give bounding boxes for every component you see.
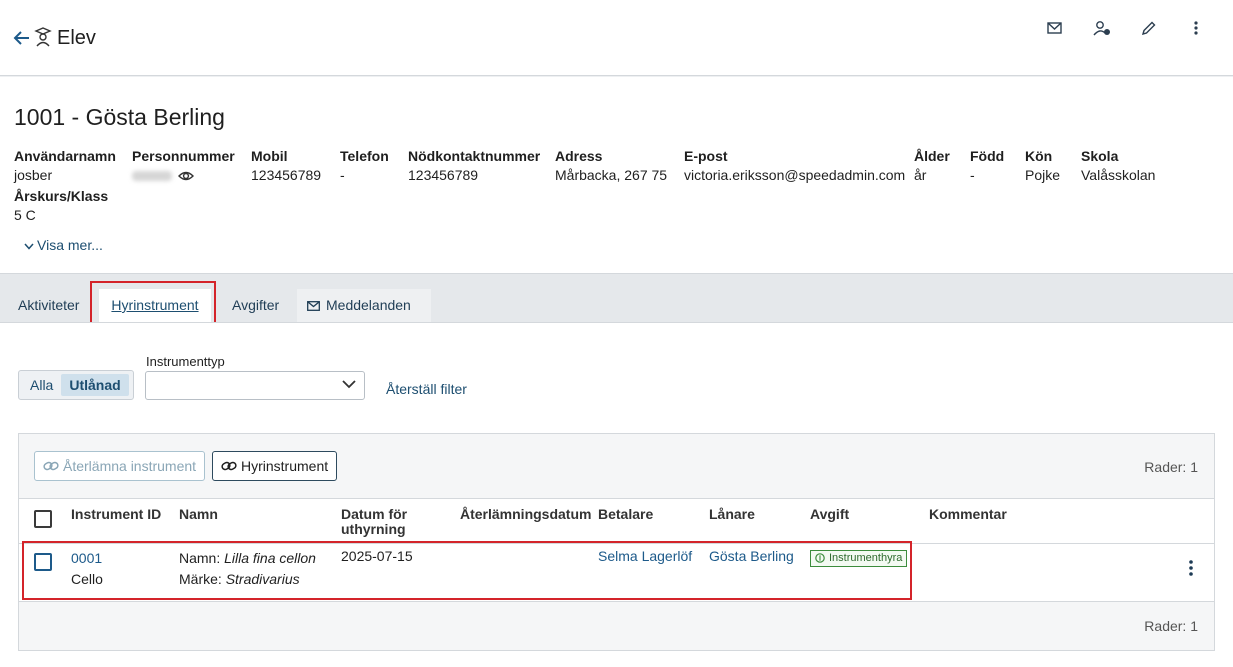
field-kon: Kön Pojke bbox=[1025, 148, 1061, 183]
instrument-brand: Märke: Stradivarius bbox=[179, 571, 300, 587]
payer-link[interactable]: Selma Lagerlöf bbox=[598, 546, 692, 567]
row-checkbox[interactable] bbox=[34, 553, 52, 571]
chevron-down-icon bbox=[24, 243, 34, 250]
user-gear-icon bbox=[1092, 21, 1110, 36]
instrument-table-panel: Återlämna instrument Hyrinstrument Rader… bbox=[18, 433, 1215, 651]
reset-filter-link[interactable]: Återställ filter bbox=[386, 381, 467, 397]
rows-count-top: Rader: 1 bbox=[1144, 459, 1198, 475]
field-username: Användarnamn josber bbox=[14, 148, 116, 183]
tab-aktiviteter[interactable]: Aktiviteter bbox=[8, 289, 89, 322]
rent-instrument-button[interactable]: Hyrinstrument bbox=[212, 451, 338, 481]
top-actions bbox=[1031, 18, 1219, 38]
instrument-type: Cello bbox=[71, 571, 103, 587]
row-menu-icon[interactable] bbox=[1186, 558, 1196, 578]
student-graduate-icon bbox=[34, 27, 52, 47]
link-icon bbox=[221, 461, 237, 471]
tab-bar: Aktiviteter Hyrinstrument Avgifter Medde… bbox=[0, 274, 1233, 322]
col-namn[interactable]: Namn bbox=[179, 507, 218, 522]
field-mobil: Mobil 123456789 bbox=[251, 148, 322, 183]
tab-avgifter[interactable]: Avgifter bbox=[222, 289, 289, 322]
send-email-button[interactable] bbox=[1031, 18, 1078, 38]
col-avgift[interactable]: Avgift bbox=[810, 507, 849, 522]
select-all-checkbox[interactable] bbox=[34, 510, 52, 528]
tab-meddelanden[interactable]: Meddelanden bbox=[297, 289, 431, 322]
col-datum[interactable]: Datum för uthyrning bbox=[341, 507, 407, 537]
status-toggle: Alla Utlånad bbox=[18, 370, 134, 400]
col-lanare[interactable]: Lånare bbox=[709, 507, 755, 522]
pencil-icon bbox=[1141, 21, 1156, 35]
instrument-type-label: Instrumenttyp bbox=[146, 354, 225, 369]
field-telefon: Telefon - bbox=[340, 148, 389, 183]
return-instrument-button[interactable]: Återlämna instrument bbox=[34, 451, 206, 481]
field-personnummer: Personnummer bbox=[132, 148, 235, 184]
tab-content: Alla Utlånad Instrumenttyp Återställ fil… bbox=[0, 322, 1233, 667]
field-fodd: Född - bbox=[970, 148, 1005, 183]
envelope-icon bbox=[1047, 22, 1062, 34]
rental-date: 2025-07-15 bbox=[341, 548, 413, 564]
eye-icon[interactable] bbox=[178, 169, 194, 183]
rows-count-bottom: Rader: 1 bbox=[1144, 618, 1198, 634]
col-aterlamningsdatum[interactable]: Återlämningsdatum bbox=[460, 507, 591, 522]
col-instrument-id[interactable]: Instrument ID bbox=[71, 507, 161, 522]
more-options-button[interactable] bbox=[1172, 18, 1219, 38]
student-name: 1001 - Gösta Berling bbox=[14, 104, 225, 130]
field-skola: Skola Valåsskolan bbox=[1081, 148, 1156, 183]
back-arrow-icon[interactable] bbox=[12, 28, 32, 48]
toggle-alla[interactable]: Alla bbox=[22, 374, 61, 396]
chevron-down-icon bbox=[342, 380, 356, 389]
instrument-id-link[interactable]: 0001 bbox=[71, 548, 102, 569]
table-row: 0001 Cello Namn: Lilla fina cellon Märke… bbox=[19, 544, 1214, 602]
student-profile: 1001 - Gösta Berling Användarnamn josber… bbox=[0, 77, 1233, 274]
fee-cell: Instrumenthyra bbox=[810, 548, 908, 569]
table-header: Instrument ID Namn Datum för uthyrning Åt… bbox=[19, 498, 1214, 544]
borrower-link[interactable]: Gösta Berling bbox=[709, 546, 794, 567]
show-more-link[interactable]: Visa mer... bbox=[24, 237, 103, 253]
col-kommentar[interactable]: Kommentar bbox=[929, 507, 1007, 522]
link-icon bbox=[43, 461, 59, 471]
instrument-type-select[interactable] bbox=[145, 371, 365, 400]
field-nodkontakt: Nödkontaktnummer 123456789 bbox=[408, 148, 541, 183]
edit-button[interactable] bbox=[1125, 18, 1172, 38]
field-alder: Ålder år bbox=[914, 148, 950, 183]
instrument-name: Namn: Lilla fina cellon bbox=[179, 550, 316, 566]
col-betalare[interactable]: Betalare bbox=[598, 507, 653, 522]
envelope-icon bbox=[307, 301, 320, 312]
field-adress: Adress Mårbacka, 267 75 bbox=[555, 148, 668, 183]
fee-badge: Instrumenthyra bbox=[810, 549, 908, 567]
page-title: Elev bbox=[57, 27, 96, 49]
user-settings-button[interactable] bbox=[1078, 18, 1125, 38]
field-epost: E-post victoria.eriksson@speedadmin.com bbox=[684, 148, 906, 183]
money-circle-icon bbox=[815, 553, 825, 563]
toggle-utlanad[interactable]: Utlånad bbox=[61, 374, 129, 396]
kebab-menu-icon bbox=[1193, 21, 1198, 35]
top-bar: Elev bbox=[0, 0, 1233, 76]
field-klass: Årskurs/Klass 5 C bbox=[14, 188, 109, 223]
tab-hyrinstrument[interactable]: Hyrinstrument bbox=[99, 289, 211, 322]
hidden-value bbox=[132, 171, 172, 182]
